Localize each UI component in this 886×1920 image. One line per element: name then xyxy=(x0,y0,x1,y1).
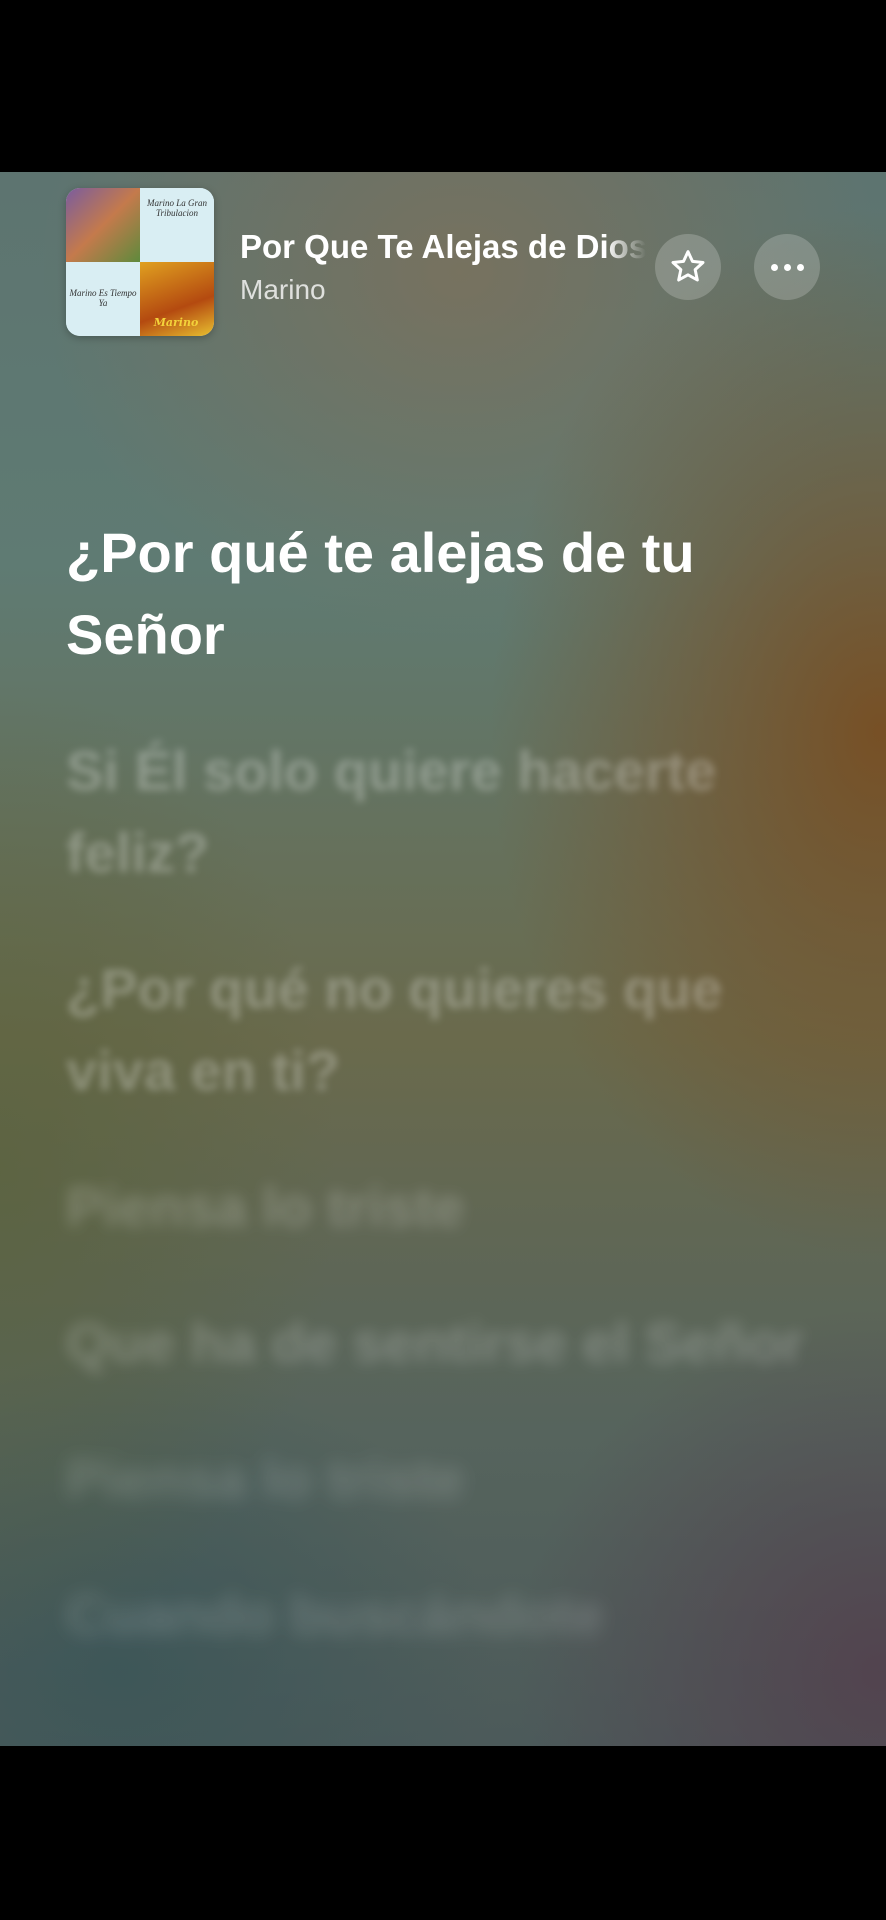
lyric-line-current[interactable]: ¿Por qué te alejas de tu Señor xyxy=(66,512,826,676)
lyrics-list: ¿Por qué te alejas de tu Señor Si Él sol… xyxy=(66,512,826,1710)
album-art-logo: Marino xyxy=(153,316,199,329)
more-options-button[interactable] xyxy=(754,234,820,300)
lyrics-screen: Marino La Gran Tribulacion Marino Es Tie… xyxy=(0,172,886,1746)
album-art-caption: Marino La Gran Tribulacion xyxy=(146,198,207,218)
song-title[interactable]: Por Que Te Alejas de Dios xyxy=(240,228,646,266)
now-playing-header: Marino La Gran Tribulacion Marino Es Tie… xyxy=(0,172,886,362)
lyric-line[interactable]: Piensa lo triste xyxy=(66,1166,826,1248)
favorite-button[interactable] xyxy=(655,234,721,300)
lyric-line[interactable]: Cuando buscándote xyxy=(66,1574,826,1656)
star-outline-icon xyxy=(671,250,705,282)
lyric-line[interactable]: ¿Por qué no quieres que viva en ti? xyxy=(66,948,826,1112)
album-art-photo xyxy=(66,188,140,262)
lyric-line[interactable]: Que ha de sentirse el Señor xyxy=(66,1302,826,1384)
song-artist[interactable]: Marino xyxy=(240,274,326,306)
album-art-caption: Marino Es Tiempo Ya xyxy=(69,288,137,308)
ellipsis-icon xyxy=(770,263,804,271)
album-artwork[interactable]: Marino La Gran Tribulacion Marino Es Tie… xyxy=(66,188,214,336)
lyric-line[interactable]: Piensa lo triste xyxy=(66,1438,826,1520)
lyric-line[interactable]: Si Él solo quiere hacerte feliz? xyxy=(66,730,826,894)
